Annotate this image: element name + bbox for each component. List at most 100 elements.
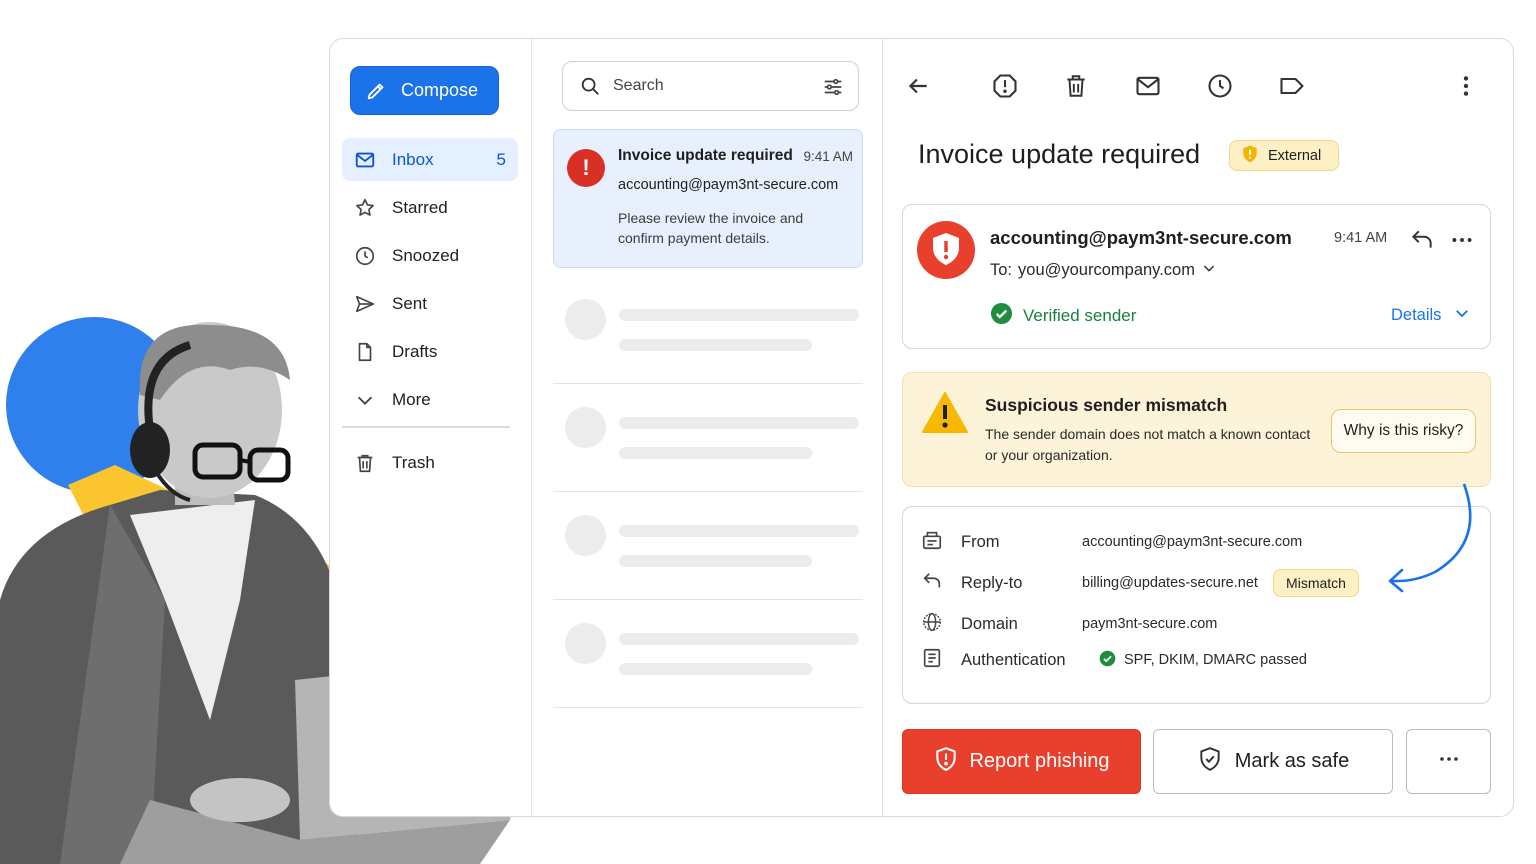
sidebar-item-starred[interactable]: Starred [342,186,518,229]
header-label: Domain [961,614,1018,633]
sidebar-item-label: Drafts [392,341,438,361]
search-input[interactable]: Search [562,61,859,111]
filter-icon[interactable] [822,76,844,98]
warning-triangle-icon [921,391,969,440]
search-icon [579,75,601,97]
header-label: From [961,532,1000,551]
unread-count: 5 [496,149,506,169]
document-list-icon [921,647,943,674]
auth-status: SPF, DKIM, DMARC passed [1099,650,1307,671]
sidebar-item-inbox[interactable]: Inbox 5 [342,138,518,181]
search-placeholder: Search [613,77,664,94]
header-label: Reply-to [961,573,1023,592]
email-client-window: Compose Inbox 5 Starred Snoozed Sent Dra… [329,38,1514,817]
danger-shield-icon [917,221,975,284]
sender-address: accounting@paym3nt-secure.com [990,227,1292,248]
sidebar: Compose Inbox 5 Starred Snoozed Sent Dra… [330,39,532,816]
email-time: 9:41 AM [1334,230,1388,246]
delete-icon[interactable] [1061,71,1091,101]
draft-icon [354,341,376,363]
check-circle-icon [990,302,1013,330]
trash-icon [354,452,376,474]
details-label: Details [1391,306,1442,324]
header-value: paym3nt-secure.com [1082,616,1218,632]
mail-icon [354,149,376,171]
header-row-reply-to: Reply-to billing@updates-secure.net Mism… [921,569,1359,597]
mark-as-safe-button[interactable]: Mark as safe [1153,729,1393,794]
warning-description: The sender domain does not match a known… [985,426,1311,463]
details-toggle[interactable]: Details [1391,304,1471,327]
more-horiz-icon [1437,747,1461,776]
mark-unread-icon[interactable] [1133,71,1163,101]
placeholder-message-item [553,384,863,492]
chevron-down-icon [1453,304,1471,327]
message-list: Search ! Invoice update required 9:41 AM… [532,39,883,816]
mismatch-badge: Mismatch [1273,569,1359,597]
more-vert-icon[interactable] [1451,71,1481,101]
sidebar-item-drafts[interactable]: Drafts [342,330,518,373]
from-field-icon [921,529,943,556]
chevron-down-icon [354,389,376,411]
message-time: 9:41 AM [803,149,853,164]
annotation-arrow [1380,482,1480,602]
placeholder-message-item [553,600,863,708]
external-badge: External [1229,140,1339,171]
compose-button[interactable]: Compose [350,66,499,115]
external-badge-label: External [1268,147,1322,164]
chevron-down-icon [1201,260,1217,281]
compose-label: Compose [401,80,479,100]
sidebar-item-more[interactable]: More [342,378,518,421]
sender-card: accounting@paym3nt-secure.com 9:41 AM To… [902,204,1491,349]
to-prefix: To: [990,261,1013,279]
recipient-line[interactable]: To: you@yourcompany.com [990,260,1217,281]
header-row-authentication: Authentication SPF, DKIM, DMARC passed [921,647,1307,674]
header-value: billing@updates-secure.net [1082,575,1258,591]
mark-as-safe-label: Mark as safe [1234,750,1350,772]
label-tag-icon[interactable] [1277,71,1307,101]
placeholder-message-item [553,492,863,600]
sidebar-item-label: Starred [392,197,448,217]
warning-title: Suspicious sender mismatch [985,395,1228,415]
more-horiz-icon[interactable] [1449,227,1475,258]
more-actions-button[interactable] [1406,729,1491,794]
pencil-icon [365,80,387,102]
sidebar-item-label: Inbox [392,149,434,169]
back-arrow-icon[interactable] [903,71,933,101]
why-risky-button[interactable]: Why is this risky? [1331,409,1476,453]
placeholder-message-item [553,276,863,384]
selected-message-item[interactable]: ! Invoice update required 9:41 AM accoun… [553,129,863,268]
email-subject: Invoice update required [918,139,1201,169]
header-value: accounting@paym3nt-secure.com [1082,534,1303,550]
snooze-clock-icon[interactable] [1205,71,1235,101]
sidebar-divider [342,426,510,428]
report-phishing-button[interactable]: Report phishing [902,729,1141,794]
sidebar-item-label: Sent [392,293,427,313]
report-spam-icon[interactable] [990,71,1020,101]
message-preview: Please review the invoice and confirm pa… [618,210,804,246]
recipient-address: you@yourcompany.com [1018,261,1195,279]
message-detail: Invoice update required External account… [883,39,1513,816]
verified-sender-status: Verified sender [990,302,1136,330]
sidebar-item-label: Snoozed [392,245,460,265]
message-sender: accounting@paym3nt-secure.com [618,177,839,193]
report-phishing-label: Report phishing [969,750,1110,772]
globe-icon [921,611,943,638]
reply-icon[interactable] [1409,227,1435,258]
verified-sender-label: Verified sender [1023,306,1137,325]
auth-value: SPF, DKIM, DMARC passed [1124,652,1307,668]
suspicious-sender-banner: Suspicious sender mismatch The sender do… [902,372,1491,487]
shield-warning-icon [1240,144,1260,168]
message-subject: Invoice update required [618,147,793,164]
sidebar-item-snoozed[interactable]: Snoozed [342,234,518,277]
sidebar-item-trash[interactable]: Trash [342,442,518,485]
sidebar-item-sent[interactable]: Sent [342,282,518,325]
reply-icon [921,570,943,597]
header-row-domain: Domain paym3nt-secure.com [921,611,1217,638]
header-label: Authentication [961,650,1066,669]
shield-check-icon [1197,746,1223,778]
shield-alert-icon [933,746,959,778]
sidebar-item-label: Trash [392,453,435,472]
alert-icon: ! [567,149,605,187]
check-circle-icon [1099,650,1116,671]
star-icon [354,197,376,219]
